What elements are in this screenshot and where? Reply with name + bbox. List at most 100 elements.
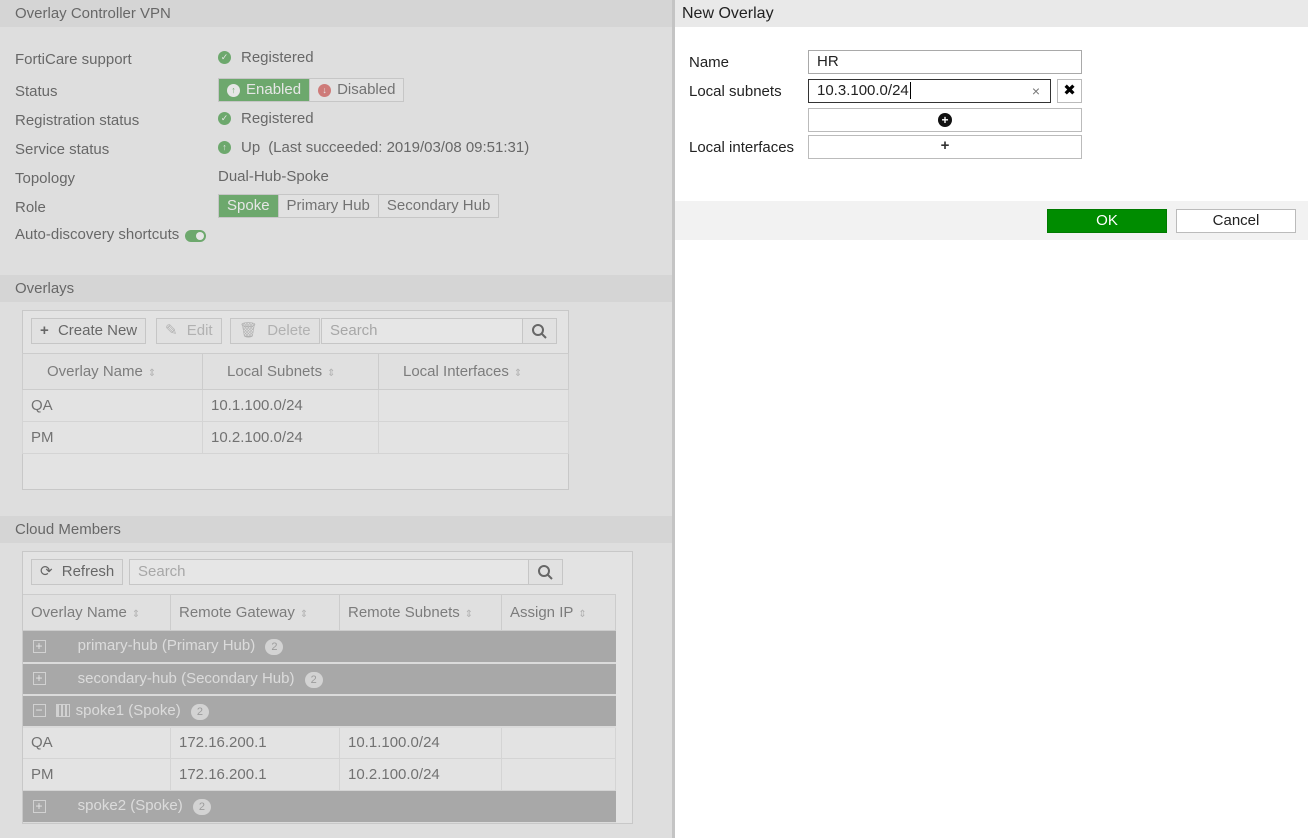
section-header-overlays: Overlays bbox=[0, 275, 672, 302]
col-label: Local Interfaces bbox=[403, 363, 509, 380]
create-new-label: Create New bbox=[57, 322, 138, 339]
registration-value: ✓ Registered bbox=[218, 110, 314, 127]
col-label: Overlay Name bbox=[31, 604, 127, 621]
pencil-icon: ✎ bbox=[165, 322, 178, 339]
topology-label: Topology bbox=[15, 170, 76, 187]
auto-discovery-label: Auto-discovery shortcuts bbox=[15, 226, 180, 243]
section-header-cloud-members: Cloud Members bbox=[0, 516, 672, 543]
search-icon bbox=[538, 565, 553, 580]
status-toggle: ↑ Enabled ↓ Disabled bbox=[218, 78, 405, 102]
local-subnet-input[interactable]: 10.3.100.0/24 × bbox=[808, 79, 1051, 103]
refresh-button[interactable]: ⟳ Refresh bbox=[31, 559, 124, 585]
cloud-header-row: Overlay Name ⇕ Remote Gateway ⇕ Remote Sub… bbox=[23, 594, 616, 631]
col-remote-subnets[interactable]: Remote Subnets ⇕ bbox=[339, 594, 502, 631]
cancel-button[interactable]: Cancel bbox=[1176, 209, 1296, 233]
count-badge: 2 bbox=[304, 671, 323, 688]
service-last-succeeded: (Last succeeded: 2019/03/08 09:51:31) bbox=[268, 139, 530, 156]
expand-icon[interactable]: + bbox=[32, 639, 46, 653]
col-assign-ip[interactable]: Assign IP ⇕ bbox=[501, 594, 616, 631]
edit-label: Edit bbox=[186, 322, 213, 339]
cell-local-interfaces bbox=[378, 389, 569, 422]
delete-button[interactable]: 🗑 Delete bbox=[230, 318, 320, 344]
sort-icon: ⇕ bbox=[131, 609, 141, 620]
create-new-button[interactable]: + Create New bbox=[31, 318, 147, 344]
role-secondary-hub-button[interactable]: Secondary Hub bbox=[378, 195, 499, 217]
arrow-down-circle-icon: ↓ bbox=[318, 83, 332, 97]
cell-overlay-name: QA bbox=[22, 389, 203, 422]
cell-local-subnets: 10.1.100.0/24 bbox=[202, 389, 379, 422]
expand-icon[interactable]: + bbox=[32, 672, 46, 686]
sort-icon: ⇕ bbox=[464, 609, 474, 620]
ok-button[interactable]: OK bbox=[1047, 209, 1167, 233]
count-badge: 2 bbox=[192, 799, 211, 816]
sort-icon: ⇕ bbox=[147, 368, 157, 379]
remove-subnet-button[interactable]: ✖ bbox=[1057, 79, 1082, 103]
cell-remote-subnets: 10.2.100.0/24 bbox=[339, 758, 502, 791]
edit-button[interactable]: ✎ Edit bbox=[156, 318, 222, 344]
cloud-search-button[interactable] bbox=[528, 559, 563, 585]
check-circle-icon: ✓ bbox=[218, 112, 231, 125]
forticare-status-text: Registered bbox=[241, 49, 314, 66]
role-label: Role bbox=[15, 199, 46, 216]
name-input[interactable]: HR bbox=[808, 50, 1082, 74]
overlays-search-button[interactable] bbox=[522, 318, 557, 344]
sort-icon: ⇕ bbox=[578, 609, 587, 620]
count-badge: 2 bbox=[190, 703, 209, 720]
cell-assign-ip bbox=[501, 726, 616, 759]
cell-remote-gateway: 172.16.200.1 bbox=[170, 726, 340, 759]
cell-overlay-name: PM bbox=[22, 421, 203, 454]
group-row-secondary-hub[interactable]: + secondary-hub (Secondary Hub) 2 bbox=[23, 662, 616, 696]
col-local-interfaces[interactable]: Local Interfaces ⇕ bbox=[378, 353, 569, 390]
name-label: Name bbox=[689, 54, 730, 71]
overlay-controller-page: Overlay Controller VPN FortiCare support… bbox=[0, 0, 672, 838]
service-label: Service status bbox=[15, 141, 110, 158]
trash-icon: 🗑 bbox=[239, 322, 259, 339]
col-overlay-name[interactable]: Overlay Name ⇕ bbox=[23, 594, 171, 631]
table-row[interactable]: PM 172.16.200.1 10.2.100.0/24 bbox=[23, 758, 616, 791]
group-row-spoke1[interactable]: − spoke1 (Spoke) 2 bbox=[23, 694, 616, 728]
registration-label: Registration status bbox=[15, 112, 140, 129]
role-spoke-button[interactable]: Spoke bbox=[219, 195, 279, 217]
auto-discovery-toggle[interactable] bbox=[185, 230, 207, 242]
cell-local-subnets: 10.2.100.0/24 bbox=[202, 421, 379, 454]
col-label: Overlay Name bbox=[47, 363, 143, 380]
overlays-search-input[interactable]: Search bbox=[321, 318, 523, 344]
forticare-value: ✓ Registered bbox=[218, 49, 314, 66]
delete-label: Delete bbox=[267, 322, 311, 339]
enabled-button[interactable]: ↑ Enabled bbox=[219, 79, 311, 101]
col-label: Remote Subnets bbox=[348, 604, 460, 621]
disabled-button[interactable]: ↓ Disabled bbox=[310, 79, 404, 101]
table-row[interactable]: QA 172.16.200.1 10.1.100.0/24 bbox=[23, 726, 616, 759]
clear-icon[interactable]: × bbox=[1032, 80, 1040, 102]
group-row-primary-hub[interactable]: + primary-hub (Primary Hub) 2 bbox=[23, 630, 616, 664]
expand-icon[interactable]: + bbox=[32, 799, 46, 813]
role-primary-hub-button[interactable]: Primary Hub bbox=[278, 195, 379, 217]
group-row-spoke2[interactable]: + spoke2 (Spoke) 2 bbox=[23, 790, 616, 823]
topology-value: Dual-Hub-Spoke bbox=[218, 168, 329, 185]
local-subnet-value: 10.3.100.0/24 bbox=[817, 82, 909, 99]
plus-icon: + bbox=[940, 137, 950, 154]
cloud-members-title: Cloud Members bbox=[15, 521, 121, 538]
cloud-members-table: Overlay Name ⇕ Remote Gateway ⇕ Remote Sub… bbox=[23, 594, 616, 823]
overlays-panel: + Create New ✎ Edit 🗑 Delete Search Over… bbox=[22, 310, 569, 490]
col-overlay-name[interactable]: Overlay Name ⇕ bbox=[22, 353, 203, 390]
text-cursor bbox=[909, 82, 911, 99]
col-local-subnets[interactable]: Local Subnets ⇕ bbox=[202, 353, 379, 390]
overlays-header-row: Overlay Name ⇕ Local Subnets ⇕ Local Inter… bbox=[22, 353, 569, 390]
enabled-label: Enabled bbox=[246, 81, 302, 98]
table-row[interactable]: PM 10.2.100.0/24 bbox=[22, 421, 569, 454]
overlays-title: Overlays bbox=[15, 280, 75, 297]
collapse-icon[interactable]: − bbox=[32, 704, 46, 718]
table-row[interactable]: QA 10.1.100.0/24 bbox=[22, 389, 569, 422]
close-icon: ✖ bbox=[1063, 82, 1076, 99]
add-subnet-button[interactable]: + bbox=[808, 108, 1082, 132]
cloud-search-input[interactable]: Search bbox=[129, 559, 530, 585]
add-interface-button[interactable]: + bbox=[808, 135, 1082, 159]
group-name: spoke2 (Spoke) bbox=[77, 797, 183, 815]
sort-icon: ⇕ bbox=[513, 368, 523, 379]
check-circle-icon: ✓ bbox=[218, 51, 231, 64]
cell-local-interfaces bbox=[378, 421, 569, 454]
status-label: Status bbox=[15, 83, 58, 100]
col-remote-gateway[interactable]: Remote Gateway ⇕ bbox=[170, 594, 340, 631]
cloud-members-panel: ⟳ Refresh Search Overlay Name ⇕ Remote Ga… bbox=[22, 551, 633, 824]
